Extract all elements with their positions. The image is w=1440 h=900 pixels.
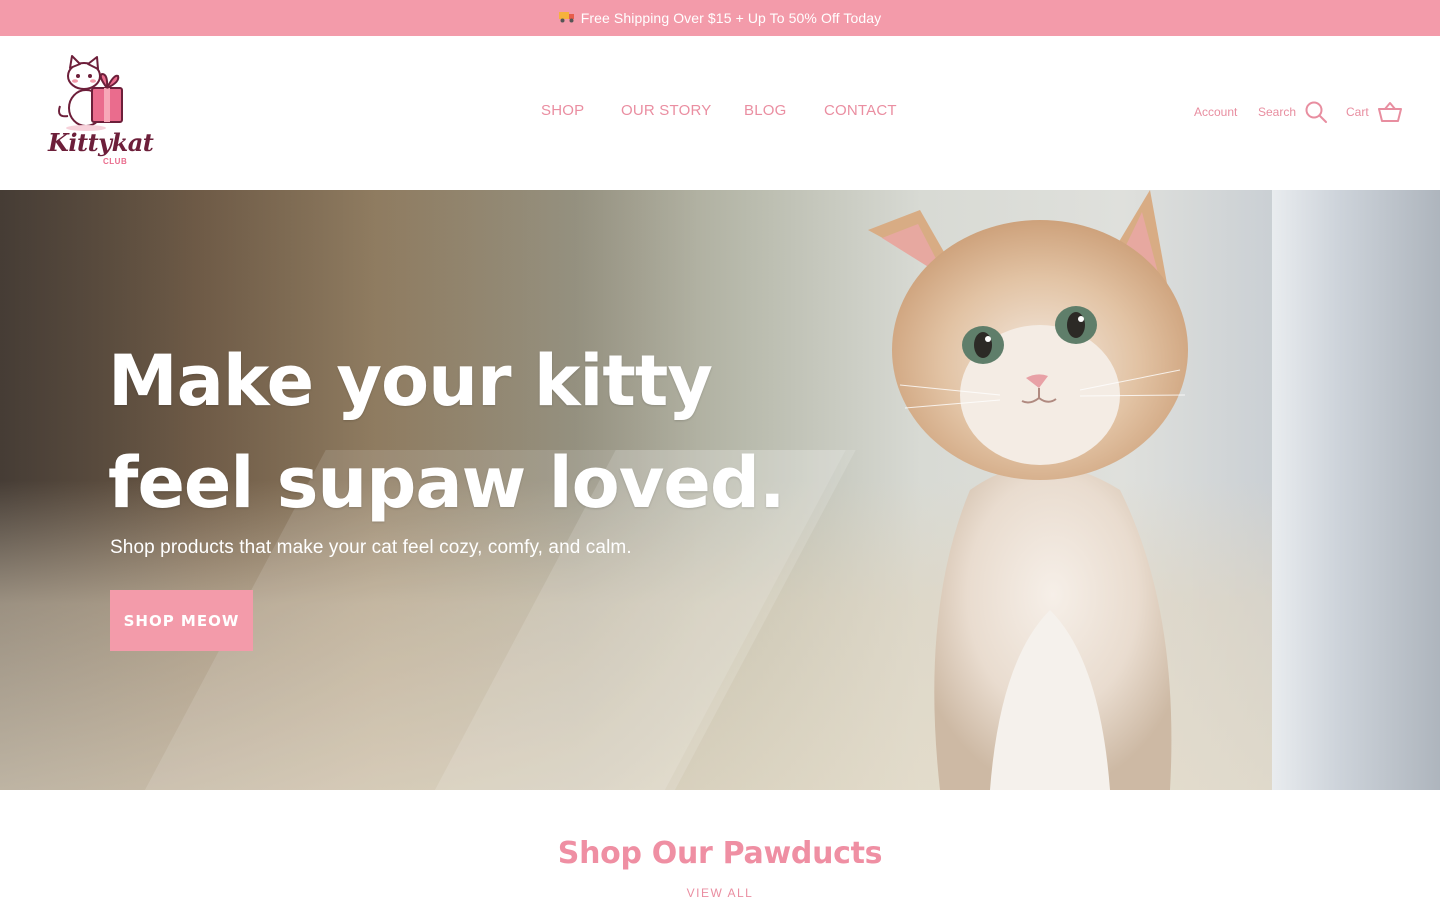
hero-banner: Make your kitty feel supaw loved. Shop p… <box>0 190 1440 790</box>
nav-item-blog[interactable]: BLOG <box>744 102 786 119</box>
search-icon <box>1304 100 1328 124</box>
announcement-text: Free Shipping Over $15 + Up To 50% Off T… <box>580 10 882 26</box>
truck-icon <box>558 10 576 26</box>
site-header: Kittykat CLUB SHOP OUR STORY BLOG CONTAC… <box>0 36 1440 190</box>
nav-item-contact[interactable]: CONTACT <box>824 102 897 119</box>
logo-subtext: CLUB <box>103 157 128 166</box>
kitten-image <box>868 190 1188 790</box>
shop-meow-button[interactable]: SHOP MEOW <box>110 590 253 651</box>
search-label: Search <box>1258 105 1297 119</box>
hero-title: Make your kitty feel supaw loved. <box>108 330 808 534</box>
section-title: Shop Our Pawducts <box>557 836 883 871</box>
search-button[interactable]: Search <box>1258 96 1328 128</box>
basket-icon <box>1377 101 1403 123</box>
account-label: Account <box>1194 105 1238 119</box>
announcement-bar: Free Shipping Over $15 + Up To 50% Off T… <box>0 0 1440 36</box>
hero-curtain <box>1272 190 1440 790</box>
hero-title-line2: feel supaw loved. <box>108 442 786 524</box>
view-all-wrapper: VIEW ALL <box>0 884 1440 900</box>
hero-subtitle: Shop products that make your cat feel co… <box>110 537 632 558</box>
cat-with-gift-icon <box>58 55 123 131</box>
logo-wordmark: Kittykat <box>48 128 154 157</box>
utility-links: Account Search Cart <box>1180 96 1403 128</box>
hero-title-line1: Make your kitty <box>108 340 713 422</box>
cart-button[interactable]: Cart <box>1346 96 1403 128</box>
nav-item-our-story[interactable]: OUR STORY <box>621 102 711 119</box>
view-all-link[interactable]: VIEW ALL <box>686 886 754 900</box>
cart-label: Cart <box>1346 105 1369 119</box>
nav-item-shop[interactable]: SHOP <box>541 102 584 119</box>
account-link[interactable]: Account <box>1194 96 1237 128</box>
